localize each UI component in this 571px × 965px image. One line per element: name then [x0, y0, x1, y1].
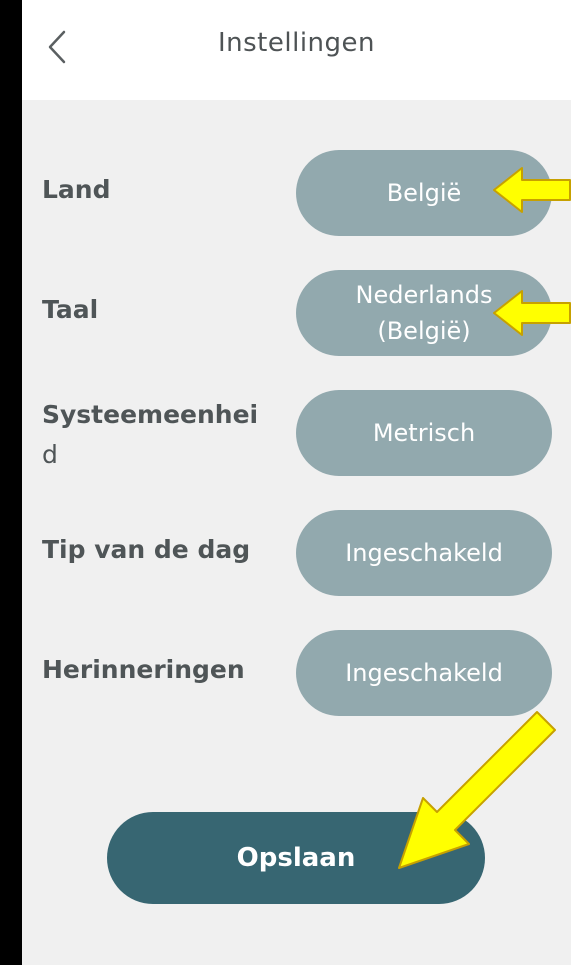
save-button-label: Opslaan [236, 843, 356, 873]
setting-label-tip-van-de-dag: Tip van de dag [42, 530, 292, 570]
annotation-arrow-icon [493, 167, 571, 213]
setting-label-herinneringen: Herinneringen [42, 650, 292, 690]
setting-label-text: Tip van de dag [42, 535, 251, 564]
pill-value-text: Metrisch [372, 419, 476, 447]
setting-label-taal: Taal [42, 290, 292, 330]
annotation-arrow-icon [398, 711, 556, 869]
setting-label-land: Land [42, 170, 292, 210]
setting-label-text: d [42, 440, 58, 469]
pill-value-text: Ingeschakeld [345, 539, 503, 567]
setting-label-text: Taal [42, 295, 99, 324]
setting-label-text: Systeemeenhei [42, 400, 259, 429]
header-bar: Instellingen [22, 0, 571, 100]
settings-screen: Instellingen Land België Taal Nederlands… [22, 0, 571, 965]
setting-label-text: Land [42, 175, 111, 204]
tip-of-the-day-toggle[interactable]: Ingeschakeld [296, 510, 552, 596]
setting-label-text: Herinneringen [42, 655, 245, 684]
unit-system-select-button[interactable]: Metrisch [296, 390, 552, 476]
annotation-arrow-icon [493, 290, 571, 336]
pill-value-text: (België) [377, 317, 471, 345]
pill-value-text: Ingeschakeld [345, 659, 503, 687]
pill-value-text: Nederlands [355, 281, 493, 309]
pill-value-text: België [386, 179, 462, 207]
setting-label-systeemeenheid: Systeemeenhei d [42, 395, 292, 475]
page-title: Instellingen [217, 28, 375, 58]
